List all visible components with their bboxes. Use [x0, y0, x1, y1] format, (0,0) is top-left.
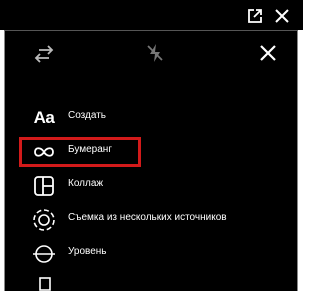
- layout-icon: [31, 173, 57, 199]
- menu-item-boomerang[interactable]: Бумеранг: [5, 135, 297, 169]
- flash-off-icon[interactable]: [144, 42, 166, 64]
- menu-item-multi-capture[interactable]: Съемка из нескольких источников: [5, 203, 297, 237]
- menu-item-level[interactable]: Уровень: [5, 237, 297, 271]
- menu-item-label: Бумеранг: [68, 144, 112, 155]
- camera-controls: [5, 31, 297, 79]
- partial-icon: [31, 275, 57, 291]
- menu-item-label: Съемка из нескольких источников: [68, 212, 227, 223]
- text-aa-icon: Aa: [33, 108, 55, 127]
- top-bar: [0, 0, 303, 30]
- menu-item-layout[interactable]: Коллаж: [5, 169, 297, 203]
- close-icon[interactable]: [258, 43, 278, 63]
- menu-item-label: Коллаж: [68, 178, 104, 189]
- menu-item-partial: [5, 271, 297, 291]
- switch-camera-icon[interactable]: [33, 43, 55, 65]
- open-in-new-icon[interactable]: [246, 7, 264, 25]
- close-icon[interactable]: [273, 7, 291, 25]
- camera-panel: Aa Создать Бумеранг Коллаж Съемка из нес…: [4, 30, 298, 291]
- level-icon: [31, 241, 57, 267]
- menu-item-create[interactable]: Aa Создать: [5, 101, 297, 135]
- infinity-icon: [31, 139, 57, 165]
- multi-capture-icon: [31, 207, 57, 233]
- menu-item-label: Уровень: [68, 246, 107, 257]
- menu-item-label: Создать: [68, 110, 107, 121]
